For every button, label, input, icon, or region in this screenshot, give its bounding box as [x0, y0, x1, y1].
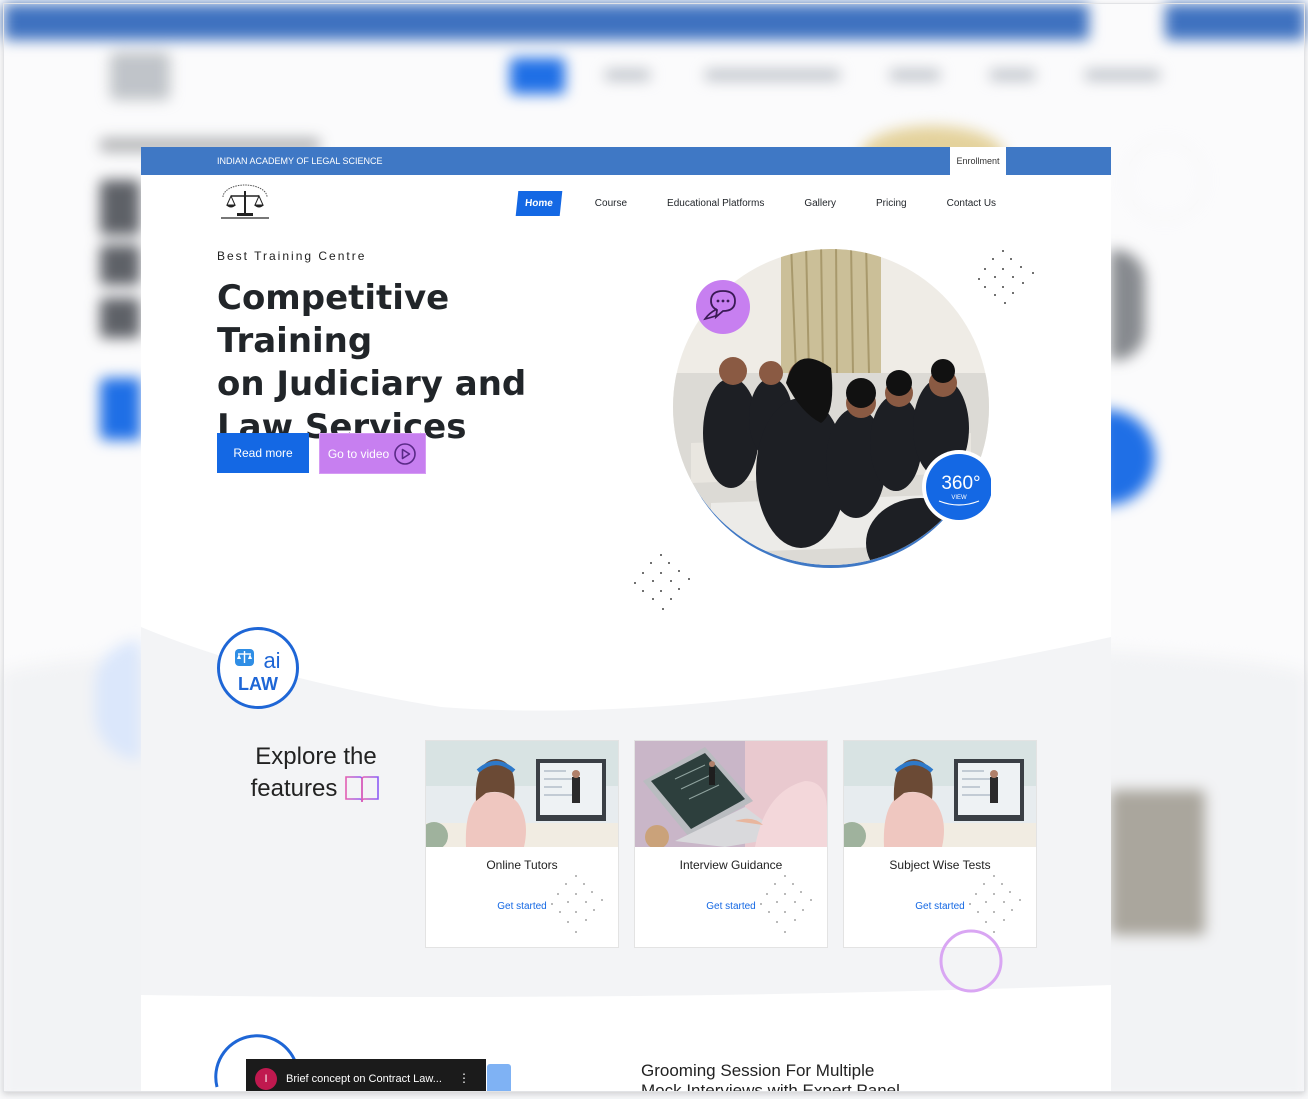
hero-students-image: 360° VIEW — [673, 249, 991, 568]
grooming-line1: Grooming Session For Multiple — [641, 1061, 875, 1080]
hero-title-line2: on Judiciary and — [217, 364, 527, 404]
law-text: LAW — [238, 674, 278, 694]
ai-law-badge: ai LAW — [217, 627, 299, 709]
hero-title-line1: Competitive Training — [217, 278, 450, 361]
enrollment-link[interactable]: Enrollment — [950, 147, 1006, 175]
go-to-video-button[interactable]: Go to video — [319, 433, 426, 474]
nav-pricing[interactable]: Pricing — [876, 198, 907, 209]
grooming-line2: Mock Interviews with Expert Panel — [641, 1081, 900, 1091]
nav-gallery[interactable]: Gallery — [804, 198, 836, 209]
academy-name: INDIAN ACADEMY OF LEGAL SCIENCE — [217, 156, 383, 166]
nav-contact-us[interactable]: Contact Us — [947, 198, 996, 209]
features-heading-line2: features — [250, 774, 338, 802]
academy-logo[interactable] — [217, 183, 273, 221]
dot-pattern-bottom — [634, 554, 690, 610]
video-side-panel — [487, 1064, 511, 1091]
card-title: Subject Wise Tests — [889, 858, 991, 872]
grooming-heading: Grooming Session For Multiple Mock Inter… — [641, 1061, 941, 1091]
hero-kicker: Best Training Centre — [217, 249, 367, 263]
badge-view-text: VIEW — [951, 495, 967, 501]
subject-wise-tests-image — [844, 741, 1036, 847]
ai-text: ai — [263, 648, 280, 673]
go-to-video-label: Go to video — [327, 446, 390, 461]
feature-card-online-tutors[interactable]: Online Tutors Get started — [425, 740, 619, 948]
hero-title: Competitive Training on Judiciary and La… — [217, 277, 597, 449]
video-title[interactable]: Brief concept on Contract Law... — [286, 1073, 442, 1085]
badge-360-text: 360° — [941, 473, 980, 494]
top-info-bar: INDIAN ACADEMY OF LEGAL SCIENCE Enrollme… — [141, 147, 1111, 175]
open-book-icon — [345, 776, 380, 803]
read-more-button[interactable]: Read more — [217, 433, 309, 473]
online-tutors-image — [426, 741, 618, 847]
main-nav: Home Course Educational Platforms Galler… — [515, 190, 1036, 216]
nav-course[interactable]: Course — [595, 198, 627, 209]
video-embed[interactable]: I Brief concept on Contract Law... ⋮ — [246, 1059, 486, 1091]
card-dot-pattern — [760, 875, 812, 933]
play-circle-icon — [394, 442, 416, 465]
nav-home[interactable]: Home — [515, 190, 563, 216]
card-title: Interview Guidance — [679, 858, 783, 872]
features-heading: Explore the features — [241, 741, 391, 804]
feature-card-interview-guidance[interactable]: Interview Guidance Get started — [634, 740, 828, 948]
feature-cards: Online Tutors Get started Interview Guid… — [425, 740, 1037, 948]
card-title: Online Tutors — [486, 858, 558, 872]
channel-avatar: I — [255, 1068, 277, 1090]
card-dot-pattern — [551, 875, 603, 933]
decorative-ring — [939, 929, 1003, 993]
feature-card-subject-wise-tests[interactable]: Subject Wise Tests Get started — [843, 740, 1037, 948]
nav-educational-platforms[interactable]: Educational Platforms — [667, 198, 764, 209]
dot-pattern-top — [978, 250, 1034, 304]
chat-bubble-badge — [696, 280, 750, 334]
more-vert-icon[interactable]: ⋮ — [458, 1071, 470, 1085]
interview-guidance-image — [635, 741, 827, 847]
landing-page: INDIAN ACADEMY OF LEGAL SCIENCE Enrollme… — [141, 147, 1111, 1091]
features-heading-line1: Explore the — [255, 743, 377, 770]
